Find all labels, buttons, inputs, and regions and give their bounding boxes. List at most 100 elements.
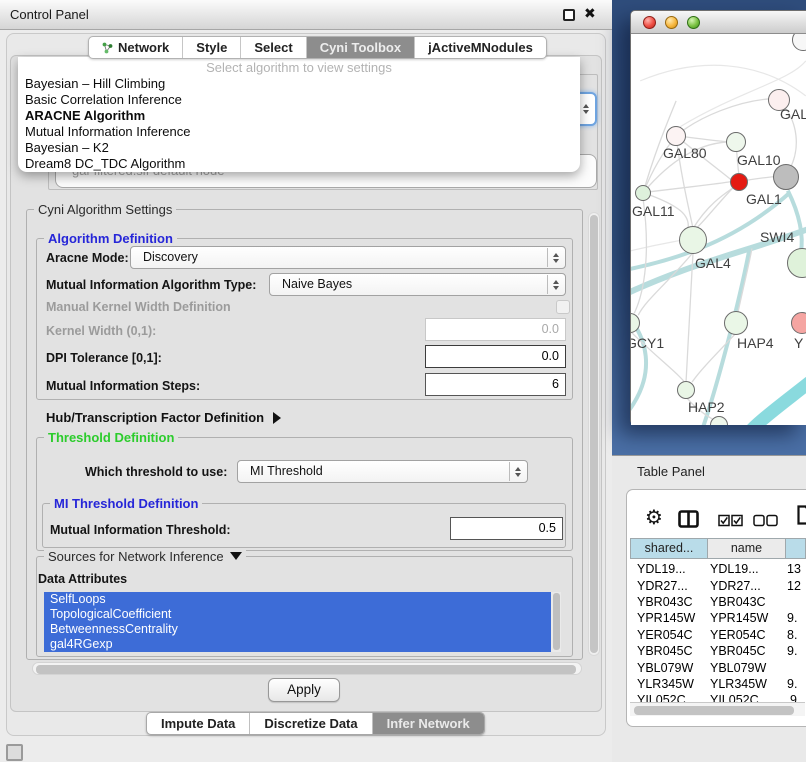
network-node-gal11[interactable] [635,185,651,201]
settings-horizontal-scrollbar[interactable] [32,662,582,675]
unchecked-columns-icon[interactable] [753,514,778,532]
docked-panel-icon[interactable] [6,744,23,761]
network-node-gal4[interactable] [679,226,707,254]
tab-impute-data[interactable]: Impute Data [147,713,250,734]
which-threshold-select[interactable]: MI Threshold [237,460,528,483]
tab-infer-network[interactable]: Infer Network [373,713,484,734]
data-attributes-list[interactable]: SelfLoopsTopologicalCoefficientBetweenne… [44,592,551,652]
gear-icon[interactable]: ⚙ [645,505,663,529]
network-node-label: HAP2 [688,399,725,415]
network-view-window[interactable]: GALGAL80GAL10GAL1GAL11GAL4SWI4GCY1HAP4YH… [630,10,806,425]
minimize-traffic-light-icon[interactable] [665,16,678,29]
scrollbar-thumb[interactable] [634,706,794,715]
tab-jactivemnodules[interactable]: jActiveMNodules [415,37,546,58]
mi-steps-input[interactable]: 6 [425,373,566,396]
mi-type-label: Mutual Information Algorithm Type: [46,278,256,292]
tab-discretize-data[interactable]: Discretize Data [250,713,372,734]
network-node-hap4[interactable] [724,311,748,335]
network-node-hap2[interactable] [677,381,695,399]
column-header-2[interactable] [785,538,806,559]
network-canvas[interactable]: GALGAL80GAL10GAL1GAL11GAL4SWI4GCY1HAP4YH… [631,34,806,425]
table-cell: 8. [787,628,806,642]
column-header-name[interactable]: name [707,538,786,559]
kernel-width-input[interactable]: 0.0 [425,318,566,341]
table-row[interactable]: YDL19...YDL19...13 [630,561,806,577]
scrollbar-thumb[interactable] [553,593,560,650]
settings-vertical-scrollbar[interactable] [588,212,600,656]
table-row[interactable]: YPR145WYPR145W9. [630,610,806,626]
scrollbar-thumb[interactable] [36,665,576,674]
network-node-label: SWI4 [760,229,794,245]
settings-group-title: Cyni Algorithm Settings [34,202,176,217]
aracne-mode-label: Aracne Mode: [46,251,129,265]
tab-label: jActiveMNodules [428,40,533,55]
apply-button[interactable]: Apply [268,678,340,702]
network-node-label: GAL80 [663,145,707,161]
tab-network[interactable]: Network [89,37,183,58]
table-cell: YER054C [630,628,708,642]
stepper-arrows-icon [547,248,564,267]
dropdown-item-dream8-dc-tdc-algorithm[interactable]: Dream8 DC_TDC Algorithm [18,156,580,172]
table-row[interactable]: YLR345WYLR345W9. [630,676,806,692]
network-node-label: GAL4 [695,255,731,271]
tab-style[interactable]: Style [183,37,241,58]
attributes-list-scrollbar[interactable] [551,592,561,652]
table-row[interactable]: YBR045CYBR045C9. [630,643,806,659]
table-header-row: shared...name [630,538,806,559]
network-node-gal10[interactable] [726,132,746,152]
dropdown-item-mutual-information-inference[interactable]: Mutual Information Inference [18,124,580,140]
manual-kernel-checkbox[interactable] [556,300,570,314]
network-node-gal1[interactable] [730,173,748,191]
hub-definition-expander[interactable]: Hub/Transcription Factor Definition [46,410,281,425]
document-icon[interactable] [797,505,806,530]
dropdown-item-aracne-algorithm[interactable]: ARACNE Algorithm [18,108,580,124]
zoom-traffic-light-icon[interactable] [687,16,700,29]
sources-title-text: Sources for Network Inference [48,549,224,564]
table-row[interactable]: YBR043CYBR043C [630,594,806,610]
mi-threshold-label: Mutual Information Threshold: [50,523,231,537]
aracne-mode-select[interactable]: Discovery [130,246,566,269]
algorithm-definition-title: Algorithm Definition [44,231,177,246]
table-cell: YBR043C [630,595,708,609]
table-cell: YLR345W [630,677,708,691]
table-row[interactable]: YIL052CYIL052C9 [630,692,806,702]
dropdown-item-list: Bayesian – Hill ClimbingBasic Correlatio… [18,76,580,172]
checked-columns-icon[interactable] [718,514,743,532]
dropdown-item-basic-correlation-inference[interactable]: Basic Correlation Inference [18,92,580,108]
sources-group-title[interactable]: Sources for Network Inference [44,549,246,564]
dpi-tolerance-input[interactable]: 0.0 [425,345,566,368]
table-cell: YDL19... [630,562,708,576]
dropdown-item-bayesian-hill-climbing[interactable]: Bayesian – Hill Climbing [18,76,580,92]
table-row[interactable]: YDR27...YDR27...12 [630,577,806,593]
table-row[interactable]: YBL079WYBL079W [630,659,806,675]
close-traffic-light-icon[interactable] [643,16,656,29]
network-node-label: GAL11 [632,203,675,219]
attribute-item-betweennesscentrality[interactable]: BetweennessCentrality [44,622,551,637]
network-node-label: GAL1 [746,191,782,207]
tab-label: Style [196,40,227,55]
network-node[interactable] [773,164,799,190]
split-table-icon[interactable] [678,510,699,533]
attribute-item-selfloops[interactable]: SelfLoops [44,592,551,607]
attribute-item-gal4rgexp[interactable]: gal4RGexp [44,637,551,652]
scrollbar-thumb[interactable] [590,215,598,653]
dropdown-item-bayesian-k2[interactable]: Bayesian – K2 [18,140,580,156]
network-node-y[interactable] [791,312,806,334]
table-horizontal-scrollbar[interactable] [630,702,805,716]
dpi-tolerance-label: DPI Tolerance [0,1]: [46,351,162,365]
chevron-down-icon [230,552,242,560]
column-header-shared-[interactable]: shared... [630,538,708,559]
threshold-definition-title: Threshold Definition [44,430,178,445]
table-row[interactable]: YER054CYER054C8. [630,627,806,643]
close-icon[interactable]: ✖ [584,6,596,22]
mi-threshold-input[interactable]: 0.5 [450,517,563,540]
float-window-icon[interactable] [563,9,575,21]
which-threshold-label: Which threshold to use: [85,465,227,479]
network-node-gal80[interactable] [666,126,686,146]
tab-select[interactable]: Select [241,37,306,58]
hub-definition-label: Hub/Transcription Factor Definition [46,410,264,425]
tab-cyni-toolbox[interactable]: Cyni Toolbox [307,37,415,58]
mi-type-select[interactable]: Naive Bayes [269,273,566,296]
attribute-item-topologicalcoefficient[interactable]: TopologicalCoefficient [44,607,551,622]
network-window-titlebar[interactable] [631,11,806,34]
